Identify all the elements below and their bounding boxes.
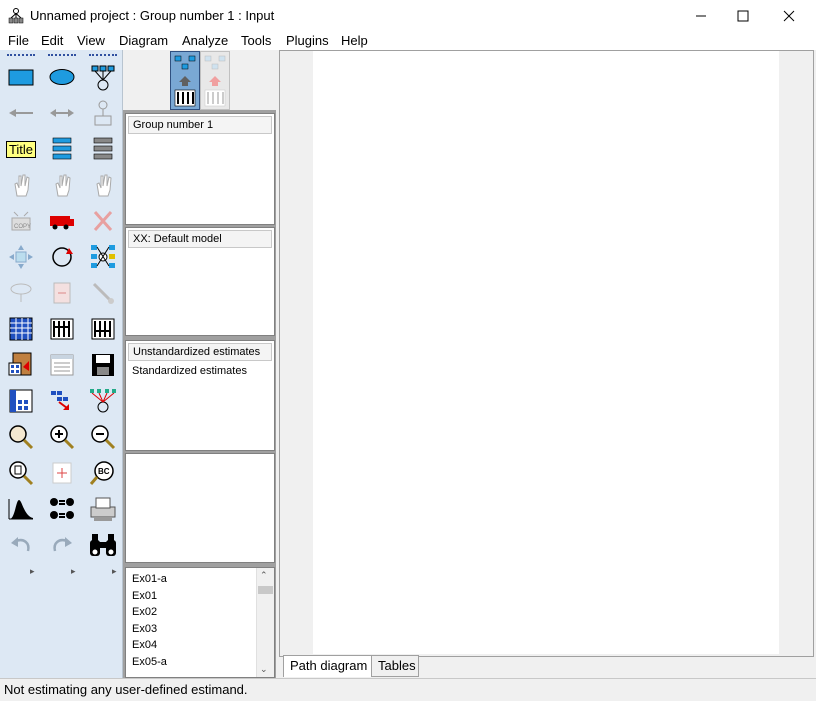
file-item[interactable]: Ex01 [126,588,274,605]
undo-icon[interactable] [3,528,39,562]
close-button[interactable] [766,0,812,32]
maximize-button[interactable] [720,0,766,32]
drawing-canvas[interactable] [313,51,779,654]
multiple-group-icon[interactable] [44,492,80,526]
chevron-right-icon[interactable]: ▸ [71,566,76,577]
drag-properties-icon[interactable] [44,384,80,418]
menu-view[interactable]: View [77,33,105,48]
file-item[interactable]: Ex01-a [126,571,274,588]
chevron-right-icon[interactable]: ▸ [112,566,117,577]
file-item[interactable]: Ex05-a [126,654,274,671]
select-all-icon[interactable] [44,168,80,202]
text-output-icon[interactable] [44,348,80,382]
resize-icon[interactable] [3,240,39,274]
zoom-in-icon[interactable] [44,420,80,454]
file-item[interactable]: Ex02 [126,604,274,621]
fit-page-icon[interactable] [44,456,80,490]
svg-text:BC: BC [98,467,110,476]
preserve-symmetries-icon[interactable] [85,384,121,418]
path-diagram-area [279,50,814,657]
zoom-out-icon[interactable] [85,420,121,454]
standardized-option[interactable]: Standardized estimates [126,363,274,379]
double-arrow-icon[interactable] [44,96,80,130]
reflect-icon[interactable] [85,240,121,274]
move-icon[interactable] [44,204,80,238]
calculate-estimates-icon[interactable] [85,312,121,346]
menu-analyze[interactable]: Analyze [182,33,228,48]
list-variables-icon[interactable] [44,132,80,166]
menu-file[interactable]: File [8,33,29,48]
menu-edit[interactable]: Edit [41,33,63,48]
models-pane: XX: Default model [125,227,275,336]
scroll-icon[interactable] [44,276,80,310]
select-one-icon[interactable] [3,168,39,202]
loupe-icon[interactable]: BC [85,456,121,490]
touch-up-icon[interactable] [85,276,121,310]
bayesian-icon[interactable] [3,492,39,526]
panes-column: Group number 1 XX: Default model Unstand… [123,50,276,678]
chevron-right-icon[interactable]: ▸ [30,566,35,577]
specification-search-icon[interactable] [85,528,121,562]
unstandardized-option[interactable]: Unstandardized estimates [128,343,272,361]
view-switch-area [123,50,276,110]
menu-bar: File Edit View Diagram Analyze Tools Plu… [0,32,816,50]
minimize-button[interactable] [678,0,724,32]
window-title: Unnamed project : Group number 1 : Input [30,8,275,23]
view-output-button[interactable] [200,51,230,110]
file-item[interactable]: Ex03 [126,621,274,638]
scroll-thumb[interactable] [258,586,273,594]
scroll-down-icon[interactable]: ⌄ [260,664,268,675]
menu-help[interactable]: Help [341,33,368,48]
groups-pane: Group number 1 [125,113,275,225]
model-item[interactable]: XX: Default model [128,230,272,248]
deselect-all-icon[interactable] [85,168,121,202]
menu-plugins[interactable]: Plugins [286,33,329,48]
erase-icon[interactable] [85,204,121,238]
estimates-pane: Unstandardized estimates Standardized es… [125,340,275,451]
files-pane: Ex01-a Ex01 Ex02 Ex03 Ex04 Ex05-a ⌃ ⌄ [125,567,275,678]
move-parameters-icon[interactable] [3,276,39,310]
menu-tools[interactable]: Tools [241,33,271,48]
view-input-button[interactable] [170,51,200,110]
files-scrollbar[interactable]: ⌃ ⌄ [256,568,274,677]
redo-icon[interactable] [44,528,80,562]
view-page-icon[interactable] [3,456,39,490]
data-file-icon[interactable] [3,312,39,346]
print-icon[interactable] [85,492,121,526]
scroll-up-icon[interactable]: ⌃ [260,570,268,581]
rotate-icon[interactable] [44,240,80,274]
copy-icon[interactable]: COPY [3,204,39,238]
status-bar: Not estimating any user-defined estimand… [0,678,816,701]
title-bar: Unnamed project : Group number 1 : Input [0,0,816,32]
group-item[interactable]: Group number 1 [128,116,272,134]
tab-tables[interactable]: Tables [371,655,419,677]
toolbox: Title COPY BC ▸ ▸ ▸ [0,50,123,678]
empty-pane [125,453,275,563]
svg-text:COPY: COPY [14,224,31,230]
minimize-icon [696,15,706,17]
zoom-select-icon[interactable] [3,420,39,454]
clipboard-icon[interactable] [3,348,39,382]
indicator-icon[interactable] [85,60,121,94]
save-icon[interactable] [85,348,121,382]
amos-app-icon [8,8,24,24]
list-data-variables-icon[interactable] [85,132,121,166]
maximize-icon [737,10,749,22]
file-item[interactable]: Ex04 [126,637,274,654]
unique-variable-icon[interactable] [85,96,121,130]
analysis-properties-icon[interactable] [44,312,80,346]
menu-diagram[interactable]: Diagram [119,33,168,48]
single-arrow-icon[interactable] [3,96,39,130]
tab-path-diagram[interactable]: Path diagram [283,655,377,677]
ellipse-icon[interactable] [44,60,80,94]
close-icon [783,10,795,22]
rectangle-icon[interactable] [3,60,39,94]
object-properties-icon[interactable] [3,384,39,418]
title-icon[interactable]: Title [3,132,39,166]
status-text: Not estimating any user-defined estimand… [4,682,248,697]
